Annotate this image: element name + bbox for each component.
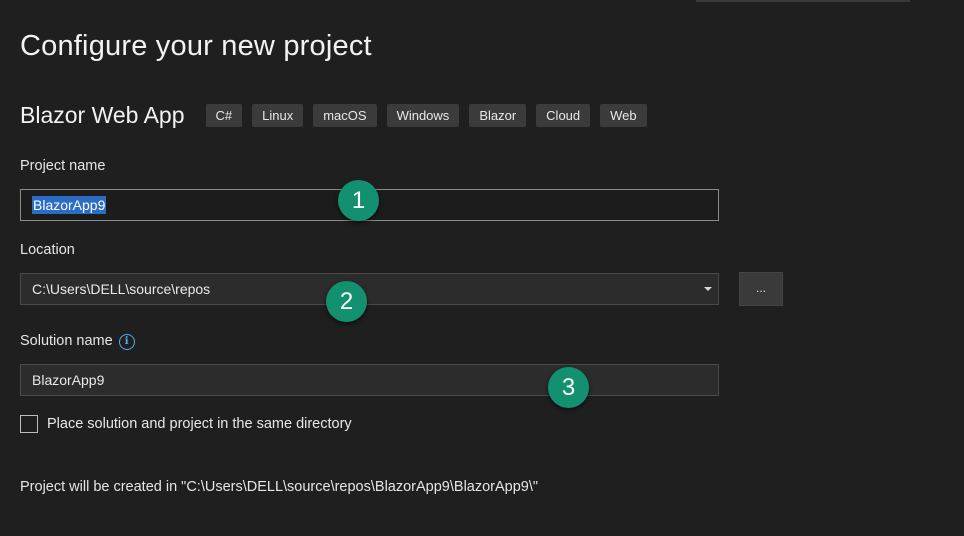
step-badge-1: 1 xyxy=(338,180,379,221)
same-directory-checkbox[interactable] xyxy=(20,415,38,433)
solution-name-label-row: Solution name i xyxy=(20,333,135,350)
location-label: Location xyxy=(20,242,75,258)
location-value: C:\Users\DELL\source\repos xyxy=(32,281,211,297)
chevron-down-icon[interactable] xyxy=(704,287,712,291)
project-name-label: Project name xyxy=(20,158,106,174)
project-path-note: Project will be created in "C:\Users\DEL… xyxy=(20,479,539,495)
browse-location-button[interactable]: ... xyxy=(739,272,783,306)
project-name-value: BlazorApp9 xyxy=(32,196,107,214)
same-directory-option[interactable]: Place solution and project in the same d… xyxy=(20,415,352,433)
step-badge-3: 3 xyxy=(548,367,589,408)
tag-web: Web xyxy=(600,103,647,127)
template-name: Blazor Web App xyxy=(20,101,185,128)
solution-name-input[interactable]: BlazorApp9 xyxy=(20,364,719,396)
tag-linux: Linux xyxy=(252,103,304,127)
solution-name-label: Solution name xyxy=(20,333,113,349)
page-title: Configure your new project xyxy=(20,30,372,62)
template-tags: C# Linux macOS Windows Blazor Cloud Web xyxy=(205,103,647,127)
tag-cloud: Cloud xyxy=(536,103,591,127)
step-badge-2: 2 xyxy=(326,281,367,322)
location-combobox[interactable]: C:\Users\DELL\source\repos xyxy=(20,273,719,305)
tag-macos: macOS xyxy=(313,103,377,127)
top-edge-bar xyxy=(696,0,910,2)
solution-name-value: BlazorApp9 xyxy=(32,372,105,388)
tag-blazor: Blazor xyxy=(469,103,527,127)
same-directory-label[interactable]: Place solution and project in the same d… xyxy=(47,416,352,432)
template-header: Blazor Web App C# Linux macOS Windows Bl… xyxy=(20,100,647,130)
tag-windows: Windows xyxy=(386,103,460,127)
tag-csharp: C# xyxy=(205,103,243,127)
info-icon[interactable]: i xyxy=(118,334,135,350)
